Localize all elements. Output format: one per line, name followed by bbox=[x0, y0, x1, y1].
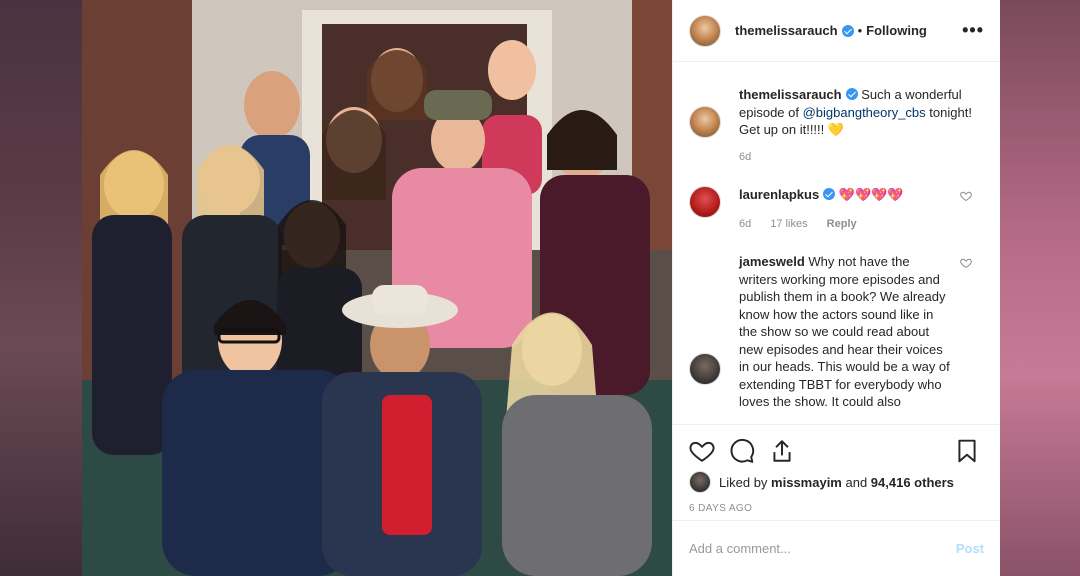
liked-by-and: and bbox=[841, 474, 871, 490]
likes-summary: Liked by missmayim and 94,416 others bbox=[689, 471, 984, 493]
comments-list[interactable]: themelissarauch Such a wonderful episode… bbox=[673, 62, 1000, 424]
post-actions: Liked by missmayim and 94,416 others 6 D… bbox=[673, 424, 1000, 520]
comment-likes[interactable]: 17 likes bbox=[770, 218, 807, 230]
bookmark-icon[interactable] bbox=[954, 438, 980, 464]
post-header: themelissarauch • Following ••• bbox=[673, 0, 1000, 62]
caption-comment: themelissarauch Such a wonderful episode… bbox=[689, 86, 984, 166]
follow-separator: • bbox=[857, 23, 863, 38]
like-comment-heart-icon[interactable] bbox=[960, 190, 972, 202]
heart-icon[interactable] bbox=[689, 438, 715, 464]
caption-age[interactable]: 6d bbox=[739, 151, 751, 163]
blurred-background-right bbox=[998, 0, 1080, 576]
caption-avatar[interactable] bbox=[689, 106, 721, 138]
add-comment-input[interactable] bbox=[689, 541, 956, 556]
comment-text: Why not have the writers working more ep… bbox=[739, 254, 950, 409]
author-avatar[interactable] bbox=[689, 14, 721, 47]
verified-icon bbox=[823, 188, 836, 200]
comment-item: laurenlapkus 💖💖💖💖 6d 17 likes Reply bbox=[689, 186, 984, 233]
caption-username[interactable]: themelissarauch bbox=[739, 87, 842, 102]
blurred-background-left bbox=[0, 0, 82, 576]
post-side-panel: themelissarauch • Following ••• themelis… bbox=[672, 0, 1000, 576]
action-icons bbox=[689, 435, 984, 467]
reply-button[interactable]: Reply bbox=[827, 218, 857, 230]
comment-item: jamesweld Why not have the writers worki… bbox=[689, 253, 984, 411]
likes-text: Liked by missmayim and 94,416 others bbox=[719, 475, 954, 490]
comment-meta: 6d 17 likes Reply bbox=[739, 216, 904, 234]
comment-body: laurenlapkus 💖💖💖💖 6d 17 likes Reply bbox=[739, 186, 904, 233]
comment-username[interactable]: laurenlapkus bbox=[739, 187, 819, 202]
caption-meta: 6d bbox=[739, 149, 984, 167]
like-comment-heart-icon[interactable] bbox=[960, 257, 972, 269]
comment-avatar[interactable] bbox=[689, 353, 721, 385]
liker-avatar[interactable] bbox=[689, 471, 711, 493]
author-username[interactable]: themelissarauch bbox=[735, 23, 838, 38]
post-comment-button[interactable]: Post bbox=[956, 541, 984, 556]
post-time-ago[interactable]: 6 DAYS AGO bbox=[689, 503, 984, 514]
liked-by-user[interactable]: missmayim bbox=[771, 475, 842, 490]
more-icon[interactable]: ••• bbox=[962, 20, 984, 41]
caption-body: themelissarauch Such a wonderful episode… bbox=[739, 86, 984, 166]
caption-mention-link[interactable]: @bigbangtheory_cbs bbox=[803, 105, 926, 120]
verified-icon bbox=[841, 24, 854, 37]
comment-username[interactable]: jamesweld bbox=[739, 254, 805, 269]
add-comment-bar: Post bbox=[673, 520, 1000, 576]
post-photo[interactable] bbox=[82, 0, 672, 576]
comment-icon[interactable] bbox=[729, 438, 755, 464]
following-button[interactable]: Following bbox=[866, 23, 927, 38]
share-icon[interactable] bbox=[769, 438, 795, 464]
comment-text: 💖💖💖💖 bbox=[838, 187, 904, 202]
comment-body: jamesweld Why not have the writers worki… bbox=[739, 253, 951, 411]
comment-age[interactable]: 6d bbox=[739, 218, 751, 230]
caption-emoji: 💛 bbox=[827, 122, 845, 137]
comment-avatar[interactable] bbox=[689, 186, 721, 218]
liked-by-prefix: Liked by bbox=[719, 474, 772, 490]
liked-by-others[interactable]: 94,416 others bbox=[871, 475, 954, 490]
verified-icon bbox=[845, 88, 858, 100]
group-photo-illustration bbox=[82, 0, 672, 576]
